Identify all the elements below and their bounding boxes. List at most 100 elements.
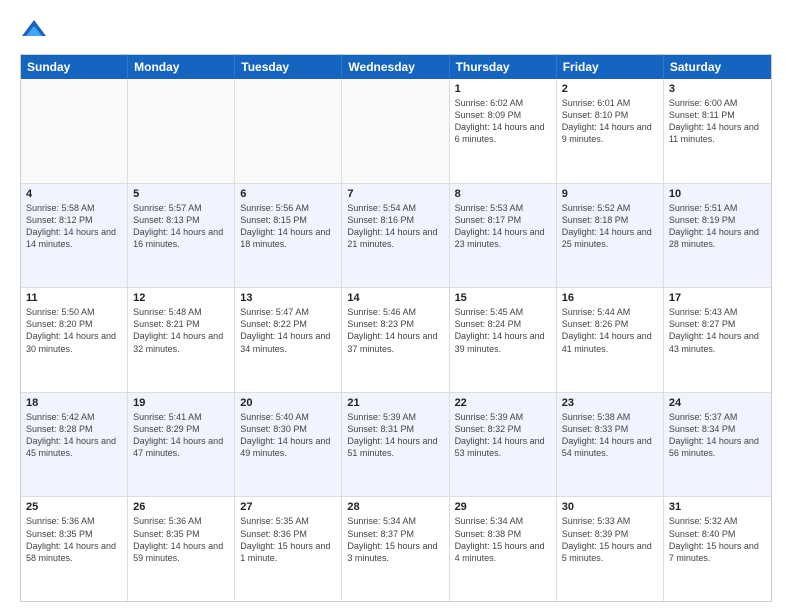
day-cell-25: 25 Sunrise: 5:36 AM Sunset: 8:35 PM Dayli… (21, 497, 128, 601)
day-number: 13 (240, 292, 336, 304)
day-number: 9 (562, 188, 658, 200)
day-info: Sunrise: 6:00 AM Sunset: 8:11 PM Dayligh… (669, 97, 766, 146)
day-cell-11: 11 Sunrise: 5:50 AM Sunset: 8:20 PM Dayli… (21, 288, 128, 392)
day-info: Sunrise: 5:53 AM Sunset: 8:17 PM Dayligh… (455, 202, 551, 251)
day-number: 15 (455, 292, 551, 304)
day-cell-15: 15 Sunrise: 5:45 AM Sunset: 8:24 PM Dayli… (450, 288, 557, 392)
day-number: 2 (562, 83, 658, 95)
day-info: Sunrise: 5:47 AM Sunset: 8:22 PM Dayligh… (240, 306, 336, 355)
day-number: 28 (347, 501, 443, 513)
day-info: Sunrise: 6:02 AM Sunset: 8:09 PM Dayligh… (455, 97, 551, 146)
day-cell-13: 13 Sunrise: 5:47 AM Sunset: 8:22 PM Dayli… (235, 288, 342, 392)
day-cell-27: 27 Sunrise: 5:35 AM Sunset: 8:36 PM Dayli… (235, 497, 342, 601)
weekday-header-wednesday: Wednesday (342, 55, 449, 79)
day-number: 1 (455, 83, 551, 95)
day-info: Sunrise: 5:39 AM Sunset: 8:31 PM Dayligh… (347, 411, 443, 460)
day-number: 25 (26, 501, 122, 513)
day-info: Sunrise: 5:44 AM Sunset: 8:26 PM Dayligh… (562, 306, 658, 355)
day-number: 11 (26, 292, 122, 304)
empty-cell (342, 79, 449, 183)
calendar-row-3: 11 Sunrise: 5:50 AM Sunset: 8:20 PM Dayli… (21, 287, 771, 392)
day-cell-30: 30Sunrise: 5:33 AM Sunset: 8:39 PM Dayli… (557, 497, 664, 601)
day-info: Sunrise: 6:01 AM Sunset: 8:10 PM Dayligh… (562, 97, 658, 146)
day-cell-28: 28 Sunrise: 5:34 AM Sunset: 8:37 PM Dayli… (342, 497, 449, 601)
day-number: 21 (347, 397, 443, 409)
day-cell-12: 12 Sunrise: 5:48 AM Sunset: 8:21 PM Dayli… (128, 288, 235, 392)
weekday-header-monday: Monday (128, 55, 235, 79)
day-number: 31 (669, 501, 766, 513)
day-cell-26: 26Sunrise: 5:36 AM Sunset: 8:35 PM Dayli… (128, 497, 235, 601)
calendar-header: SundayMondayTuesdayWednesdayThursdayFrid… (21, 55, 771, 79)
day-info: Sunrise: 5:48 AM Sunset: 8:21 PM Dayligh… (133, 306, 229, 355)
day-number: 24 (669, 397, 766, 409)
empty-cell (235, 79, 342, 183)
day-cell-5: 5 Sunrise: 5:57 AM Sunset: 8:13 PM Daylig… (128, 184, 235, 288)
calendar-row-4: 18 Sunrise: 5:42 AM Sunset: 8:28 PM Dayli… (21, 392, 771, 497)
day-cell-24: 24 Sunrise: 5:37 AM Sunset: 8:34 PM Dayli… (664, 393, 771, 497)
day-number: 14 (347, 292, 443, 304)
day-number: 12 (133, 292, 229, 304)
day-info: Sunrise: 5:35 AM Sunset: 8:36 PM Dayligh… (240, 515, 336, 564)
day-info: Sunrise: 5:33 AM Sunset: 8:39 PM Dayligh… (562, 515, 658, 564)
day-info: Sunrise: 5:50 AM Sunset: 8:20 PM Dayligh… (26, 306, 122, 355)
day-cell-2: 2 Sunrise: 6:01 AM Sunset: 8:10 PM Daylig… (557, 79, 664, 183)
header (20, 16, 772, 44)
day-cell-3: 3Sunrise: 6:00 AM Sunset: 8:11 PM Daylig… (664, 79, 771, 183)
empty-cell (21, 79, 128, 183)
day-number: 10 (669, 188, 766, 200)
day-cell-17: 17Sunrise: 5:43 AM Sunset: 8:27 PM Dayli… (664, 288, 771, 392)
day-info: Sunrise: 5:58 AM Sunset: 8:12 PM Dayligh… (26, 202, 122, 251)
day-number: 16 (562, 292, 658, 304)
day-number: 18 (26, 397, 122, 409)
day-cell-29: 29 Sunrise: 5:34 AM Sunset: 8:38 PM Dayli… (450, 497, 557, 601)
day-number: 23 (562, 397, 658, 409)
day-info: Sunrise: 5:32 AM Sunset: 8:40 PM Dayligh… (669, 515, 766, 564)
day-number: 7 (347, 188, 443, 200)
day-info: Sunrise: 5:34 AM Sunset: 8:38 PM Dayligh… (455, 515, 551, 564)
day-cell-10: 10 Sunrise: 5:51 AM Sunset: 8:19 PM Dayli… (664, 184, 771, 288)
day-info: Sunrise: 5:36 AM Sunset: 8:35 PM Dayligh… (133, 515, 229, 564)
day-info: Sunrise: 5:51 AM Sunset: 8:19 PM Dayligh… (669, 202, 766, 251)
day-cell-16: 16 Sunrise: 5:44 AM Sunset: 8:26 PM Dayli… (557, 288, 664, 392)
day-info: Sunrise: 5:56 AM Sunset: 8:15 PM Dayligh… (240, 202, 336, 251)
day-number: 22 (455, 397, 551, 409)
page: SundayMondayTuesdayWednesdayThursdayFrid… (0, 0, 792, 612)
day-number: 29 (455, 501, 551, 513)
day-cell-8: 8Sunrise: 5:53 AM Sunset: 8:17 PM Daylig… (450, 184, 557, 288)
weekday-header-tuesday: Tuesday (235, 55, 342, 79)
day-info: Sunrise: 5:37 AM Sunset: 8:34 PM Dayligh… (669, 411, 766, 460)
day-number: 19 (133, 397, 229, 409)
day-info: Sunrise: 5:42 AM Sunset: 8:28 PM Dayligh… (26, 411, 122, 460)
day-cell-9: 9 Sunrise: 5:52 AM Sunset: 8:18 PM Daylig… (557, 184, 664, 288)
day-cell-23: 23 Sunrise: 5:38 AM Sunset: 8:33 PM Dayli… (557, 393, 664, 497)
day-info: Sunrise: 5:41 AM Sunset: 8:29 PM Dayligh… (133, 411, 229, 460)
day-cell-18: 18 Sunrise: 5:42 AM Sunset: 8:28 PM Dayli… (21, 393, 128, 497)
day-cell-22: 22 Sunrise: 5:39 AM Sunset: 8:32 PM Dayli… (450, 393, 557, 497)
day-cell-7: 7 Sunrise: 5:54 AM Sunset: 8:16 PM Daylig… (342, 184, 449, 288)
calendar-body: 1 Sunrise: 6:02 AM Sunset: 8:09 PM Daylig… (21, 79, 771, 601)
day-info: Sunrise: 5:54 AM Sunset: 8:16 PM Dayligh… (347, 202, 443, 251)
day-info: Sunrise: 5:40 AM Sunset: 8:30 PM Dayligh… (240, 411, 336, 460)
weekday-header-sunday: Sunday (21, 55, 128, 79)
day-cell-20: 20 Sunrise: 5:40 AM Sunset: 8:30 PM Dayli… (235, 393, 342, 497)
day-info: Sunrise: 5:38 AM Sunset: 8:33 PM Dayligh… (562, 411, 658, 460)
day-cell-6: 6 Sunrise: 5:56 AM Sunset: 8:15 PM Daylig… (235, 184, 342, 288)
day-info: Sunrise: 5:46 AM Sunset: 8:23 PM Dayligh… (347, 306, 443, 355)
day-info: Sunrise: 5:45 AM Sunset: 8:24 PM Dayligh… (455, 306, 551, 355)
day-info: Sunrise: 5:52 AM Sunset: 8:18 PM Dayligh… (562, 202, 658, 251)
calendar-row-2: 4Sunrise: 5:58 AM Sunset: 8:12 PM Daylig… (21, 183, 771, 288)
day-number: 27 (240, 501, 336, 513)
calendar-row-1: 1 Sunrise: 6:02 AM Sunset: 8:09 PM Daylig… (21, 79, 771, 183)
day-info: Sunrise: 5:39 AM Sunset: 8:32 PM Dayligh… (455, 411, 551, 460)
day-info: Sunrise: 5:34 AM Sunset: 8:37 PM Dayligh… (347, 515, 443, 564)
day-number: 20 (240, 397, 336, 409)
logo-icon (20, 16, 48, 44)
day-number: 6 (240, 188, 336, 200)
day-number: 5 (133, 188, 229, 200)
day-info: Sunrise: 5:36 AM Sunset: 8:35 PM Dayligh… (26, 515, 122, 564)
day-info: Sunrise: 5:57 AM Sunset: 8:13 PM Dayligh… (133, 202, 229, 251)
weekday-header-saturday: Saturday (664, 55, 771, 79)
day-cell-21: 21 Sunrise: 5:39 AM Sunset: 8:31 PM Dayli… (342, 393, 449, 497)
empty-cell (128, 79, 235, 183)
day-cell-4: 4Sunrise: 5:58 AM Sunset: 8:12 PM Daylig… (21, 184, 128, 288)
